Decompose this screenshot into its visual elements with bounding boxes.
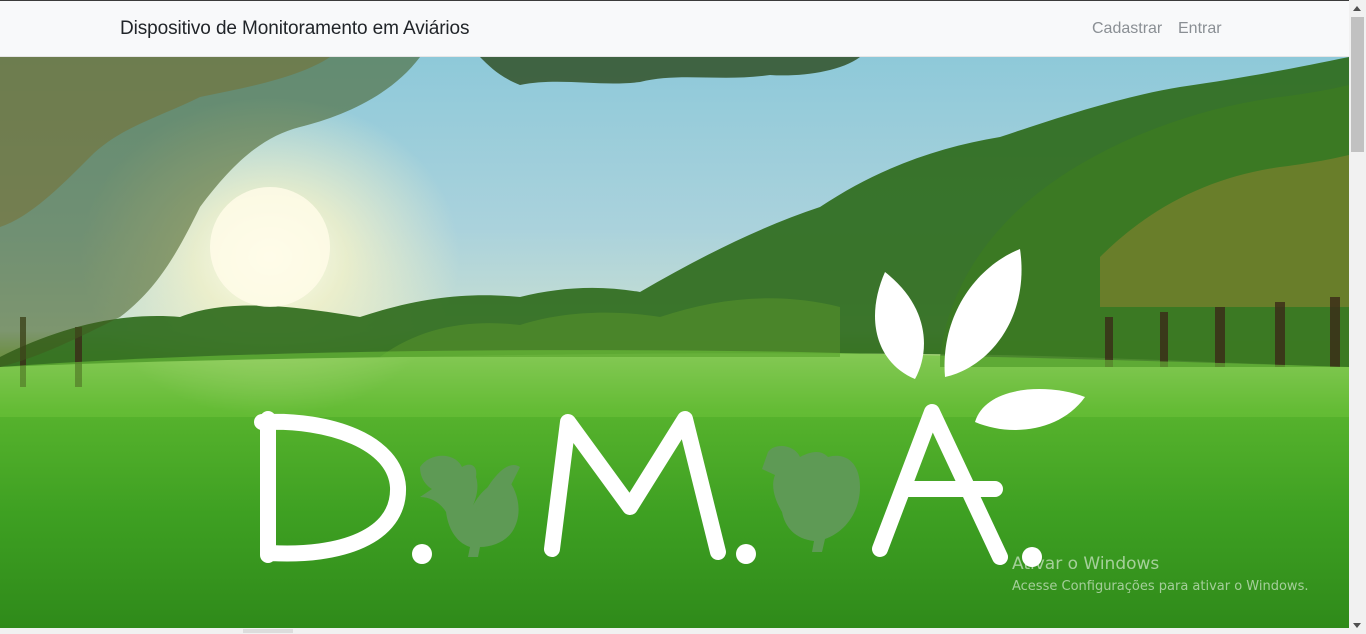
letter-m <box>544 411 726 560</box>
dot-1 <box>412 544 432 564</box>
scrollbar-thumb[interactable] <box>1351 17 1364 152</box>
watermark-title: Ativar o Windows <box>1012 554 1160 574</box>
horizontal-scrollbar-thumb[interactable] <box>243 629 293 633</box>
letter-a <box>872 404 1008 565</box>
vertical-scrollbar[interactable] <box>1349 0 1366 634</box>
navbar: Dispositivo de Monitoramento em Aviários… <box>0 1 1349 57</box>
leaf-right <box>975 389 1085 430</box>
letter-d <box>254 411 406 563</box>
navbar-brand[interactable]: Dispositivo de Monitoramento em Aviários <box>120 18 470 40</box>
scroll-up-arrow-icon[interactable] <box>1353 6 1361 11</box>
watermark-subtitle: Acesse Configurações para ativar o Windo… <box>1012 579 1309 594</box>
rooster-icon <box>420 455 520 557</box>
leaf-top <box>944 249 1022 377</box>
nav-link-cadastrar[interactable]: Cadastrar <box>1092 20 1162 38</box>
hen-icon <box>762 445 860 552</box>
horizontal-scrollbar[interactable] <box>0 628 1349 634</box>
dot-2 <box>736 544 756 564</box>
dma-logo <box>254 249 1085 567</box>
hero-banner: Ativar o Windows Acesse Configurações pa… <box>0 57 1349 628</box>
leaf-left <box>875 272 924 379</box>
scroll-down-arrow-icon[interactable] <box>1353 623 1361 628</box>
nav-link-entrar[interactable]: Entrar <box>1178 20 1222 38</box>
windows-activation-watermark: Ativar o Windows Acesse Configurações pa… <box>1012 554 1308 596</box>
